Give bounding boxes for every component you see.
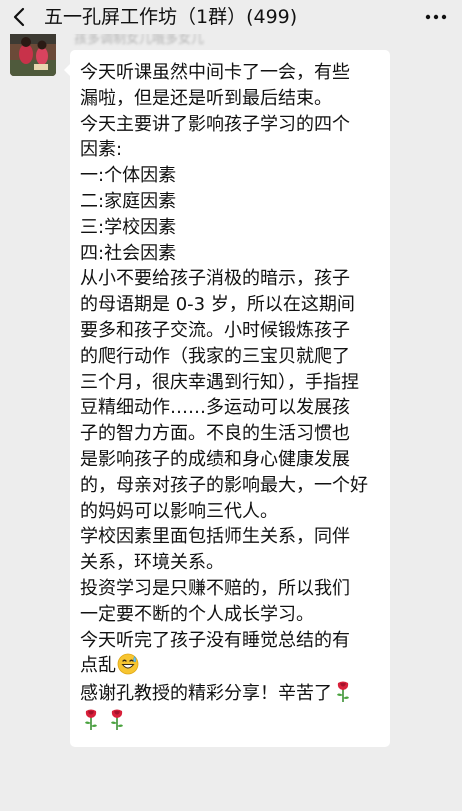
chat-title: 五一孔屏工作坊（1群）(499) [44,6,298,28]
message-line: 从小不要给孩子消极的暗示，孩子 [80,268,350,290]
message-line: 的爬行动作（我家的三宝贝就爬了 [80,345,350,367]
back-button[interactable] [6,3,34,31]
message-line: 子的智力方面。不良的生活习惯也 [80,423,350,445]
message-line: 四:社会因素 [80,242,177,264]
message-line: 因素: [80,139,123,161]
sender-avatar[interactable] [10,30,56,76]
chat-header: 五一孔屏工作坊（1群）(499) [0,0,462,34]
message-line: 今天听课虽然中间卡了一会，有些 [80,62,350,83]
message-line: 三:学校因素 [80,216,177,238]
message-line: 关系，环境关系。 [80,552,224,574]
more-horizontal-icon [425,14,447,20]
more-button[interactable] [422,6,450,28]
avatar-image [10,30,56,76]
rose-emoji [334,679,352,703]
message-line: 今天听完了孩子没有睡觉总结的有 [80,629,350,651]
message-line: 投资学习是只赚不赔的，所以我们 [80,577,350,599]
message-line: 一:个体因素 [80,165,177,187]
sender-name: 孩多调制女儿哦多女儿 [74,32,205,47]
message-line: 漏啦，但是还是听到最后结束。 [80,87,332,109]
grinning-sweat-emoji [117,653,139,675]
message-line: 要多和孩子交流。小时候锻炼孩子 [80,319,350,341]
message-line: 学校因素里面包括师生关系，同伴 [80,526,350,548]
message-line: 豆精细动作……多运动可以发展孩 [80,397,350,419]
message-line: 的母语期是 0-3 岁，所以在这期间 [80,294,355,316]
rose-emoji [82,707,100,731]
message-line: 二:家庭因素 [80,190,177,212]
message-line-with-emoji: 点乱 [80,653,382,679]
message-line: 的妈妈可以影响三代人。 [80,500,278,522]
emoji-line [80,707,382,735]
message-line: 今天主要讲了影响孩子学习的四个 [80,113,350,135]
message-bubble[interactable]: 今天听课虽然中间卡了一会，有些 漏啦，但是还是听到最后结束。 今天主要讲了影响孩… [64,50,390,747]
message-line-with-emoji: 感谢孔教授的精彩分享！辛苦了 [80,679,382,707]
message-line: 一定要不断的个人成长学习。 [80,603,314,625]
message-line: 三个月，很庆幸遇到行知），手指捏 [80,371,359,393]
message-text: 感谢孔教授的精彩分享！辛苦了 [80,683,332,705]
message-line: 是影响孩子的成绩和身心健康发展 [80,448,350,470]
chevron-left-icon [13,7,25,27]
rose-emoji [108,707,126,731]
message-line: 的，母亲对孩子的影响最大，一个好 [80,474,368,496]
message-text: 点乱 [80,655,116,677]
